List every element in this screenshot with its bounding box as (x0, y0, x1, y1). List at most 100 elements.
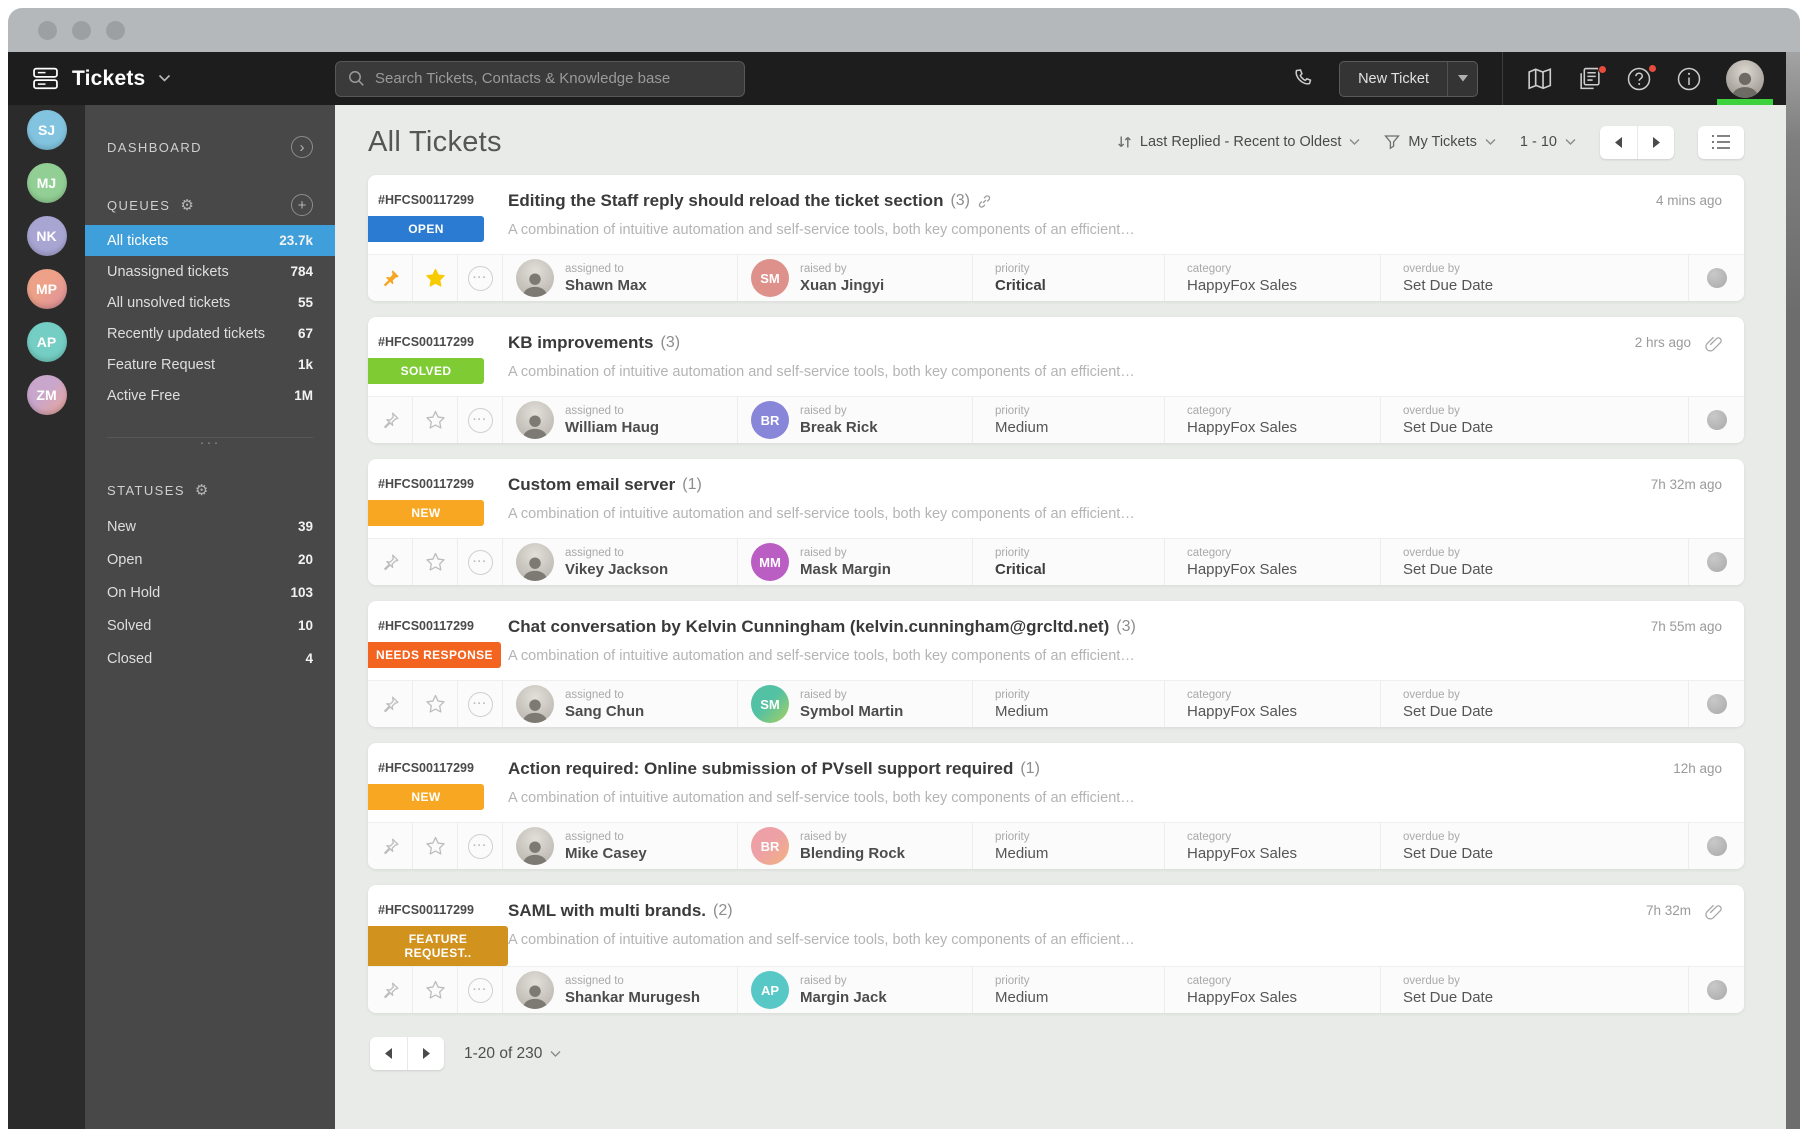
more-actions-button[interactable]: ··· (458, 539, 503, 585)
news-feed-icon[interactable] (1577, 64, 1607, 91)
overdue-cell[interactable]: overdue by Set Due Date (1381, 681, 1689, 727)
assignee-cell[interactable]: assigned to Vikey Jackson (503, 539, 738, 585)
assignee-cell[interactable]: assigned to Shankar Murugesh (503, 967, 738, 1013)
ticket-indicator-cell[interactable] (1689, 681, 1744, 727)
ticket-indicator-cell[interactable] (1689, 967, 1744, 1013)
ticket-indicator-cell[interactable] (1689, 823, 1744, 869)
sidebar-divider[interactable]: ··· (107, 435, 313, 450)
user-avatar-zm[interactable]: ZM (26, 375, 67, 415)
overdue-cell[interactable]: overdue by Set Due Date (1381, 397, 1689, 443)
overdue-cell[interactable]: overdue by Set Due Date (1381, 255, 1689, 301)
pin-ticket-button[interactable] (368, 967, 413, 1013)
page-range-control[interactable]: 1 - 10 (1520, 134, 1576, 150)
assignee-cell[interactable]: assigned to Sang Chun (503, 681, 738, 727)
global-search[interactable] (335, 60, 745, 97)
user-avatar[interactable] (1726, 59, 1764, 98)
phone-icon[interactable] (1291, 67, 1315, 91)
category-cell[interactable]: category HappyFox Sales (1165, 255, 1381, 301)
overdue-cell[interactable]: overdue by Set Due Date (1381, 823, 1689, 869)
list-view-toggle-button[interactable] (1698, 125, 1744, 159)
help-icon[interactable] (1626, 63, 1657, 92)
results-range-control[interactable]: 1-20 of 230 (464, 1045, 561, 1063)
pin-ticket-button[interactable] (368, 397, 413, 443)
priority-cell[interactable]: priority Critical (973, 255, 1165, 301)
sidebar-queue-active-free[interactable]: Active Free 1M (85, 380, 335, 411)
raiser-cell[interactable]: SM raised by Xuan Jingyi (738, 255, 973, 301)
raiser-cell[interactable]: SM raised by Symbol Martin (738, 681, 973, 727)
star-ticket-button[interactable] (413, 823, 458, 869)
overdue-cell[interactable]: overdue by Set Due Date (1381, 539, 1689, 585)
more-actions-button[interactable]: ··· (458, 681, 503, 727)
ticket-indicator-cell[interactable] (1689, 255, 1744, 301)
sidebar-queue-all-unsolved-tickets[interactable]: All unsolved tickets 55 (85, 287, 335, 318)
sidebar-status-closed[interactable]: Closed 4 (85, 642, 335, 675)
sidebar-status-solved[interactable]: Solved 10 (85, 609, 335, 642)
pin-ticket-button[interactable] (368, 681, 413, 727)
star-ticket-button[interactable] (413, 539, 458, 585)
sidebar-status-on-hold[interactable]: On Hold 103 (85, 576, 335, 609)
more-actions-button[interactable]: ··· (458, 397, 503, 443)
statuses-gear-icon[interactable]: ⚙ (195, 481, 208, 499)
more-actions-button[interactable]: ··· (458, 255, 503, 301)
priority-cell[interactable]: priority Critical (973, 539, 1165, 585)
priority-cell[interactable]: priority Medium (973, 681, 1165, 727)
map-icon[interactable] (1527, 67, 1553, 91)
link-icon[interactable] (977, 194, 992, 209)
category-cell[interactable]: category HappyFox Sales (1165, 681, 1381, 727)
previous-page-button[interactable] (1600, 126, 1637, 159)
sidebar-queue-all-tickets[interactable]: All tickets 23.7k (85, 225, 335, 256)
raiser-cell[interactable]: BR raised by Break Rick (738, 397, 973, 443)
chevron-right-circle-icon[interactable]: › (291, 136, 313, 158)
ticket-indicator-cell[interactable] (1689, 539, 1744, 585)
ticket-title[interactable]: Chat conversation by Kelvin Cunningham (… (508, 617, 1109, 637)
pin-ticket-button[interactable] (368, 823, 413, 869)
window-zoom-button[interactable] (106, 20, 125, 40)
star-ticket-button[interactable] (413, 255, 458, 301)
raiser-cell[interactable]: AP raised by Margin Jack (738, 967, 973, 1013)
info-icon[interactable] (1676, 66, 1702, 92)
sidebar-queue-recently-updated-tickets[interactable]: Recently updated tickets 67 (85, 318, 335, 349)
new-ticket-button[interactable]: New Ticket (1340, 62, 1447, 96)
pin-ticket-button[interactable] (368, 255, 413, 301)
search-input[interactable] (375, 70, 732, 87)
sidebar-status-new[interactable]: New 39 (85, 510, 335, 543)
star-ticket-button[interactable] (413, 967, 458, 1013)
star-ticket-button[interactable] (413, 681, 458, 727)
priority-cell[interactable]: priority Medium (973, 967, 1165, 1013)
more-actions-button[interactable]: ··· (458, 823, 503, 869)
filter-control[interactable]: My Tickets (1384, 134, 1496, 150)
sidebar-queue-unassigned-tickets[interactable]: Unassigned tickets 784 (85, 256, 335, 287)
user-avatar-ap[interactable]: AP (26, 322, 67, 362)
star-ticket-button[interactable] (413, 397, 458, 443)
priority-cell[interactable]: priority Medium (973, 823, 1165, 869)
window-close-button[interactable] (38, 20, 57, 40)
new-ticket-dropdown-caret[interactable] (1447, 61, 1477, 96)
user-avatar-mp[interactable]: MP (26, 269, 67, 309)
queues-gear-icon[interactable]: ⚙ (180, 196, 193, 214)
window-minimize-button[interactable] (72, 20, 91, 40)
sort-control[interactable]: Last Replied - Recent to Oldest (1117, 134, 1361, 150)
raiser-cell[interactable]: MM raised by Mask Margin (738, 539, 973, 585)
more-actions-button[interactable]: ··· (458, 967, 503, 1013)
sidebar-item-dashboard[interactable]: DASHBOARD › (85, 127, 335, 167)
ticket-indicator-cell[interactable] (1689, 397, 1744, 443)
user-avatar-nk[interactable]: NK (26, 216, 67, 256)
category-cell[interactable]: category HappyFox Sales (1165, 539, 1381, 585)
next-page-button[interactable] (407, 1037, 444, 1070)
category-cell[interactable]: category HappyFox Sales (1165, 397, 1381, 443)
assignee-cell[interactable]: assigned to Mike Casey (503, 823, 738, 869)
ticket-title[interactable]: Editing the Staff reply should reload th… (508, 191, 943, 211)
sidebar-queue-feature-request[interactable]: Feature Request 1k (85, 349, 335, 380)
previous-page-button[interactable] (370, 1037, 407, 1070)
priority-cell[interactable]: priority Medium (973, 397, 1165, 443)
ticket-title[interactable]: Action required: Online submission of PV… (508, 759, 1013, 779)
pin-ticket-button[interactable] (368, 539, 413, 585)
category-cell[interactable]: category HappyFox Sales (1165, 823, 1381, 869)
user-avatar-mj[interactable]: MJ (26, 163, 67, 203)
ticket-title[interactable]: SAML with multi brands. (508, 901, 706, 921)
raiser-cell[interactable]: BR raised by Blending Rock (738, 823, 973, 869)
assignee-cell[interactable]: assigned to Shawn Max (503, 255, 738, 301)
add-queue-icon[interactable]: + (291, 194, 313, 216)
ticket-title[interactable]: KB improvements (508, 333, 653, 353)
module-switcher[interactable]: Tickets (8, 67, 335, 91)
